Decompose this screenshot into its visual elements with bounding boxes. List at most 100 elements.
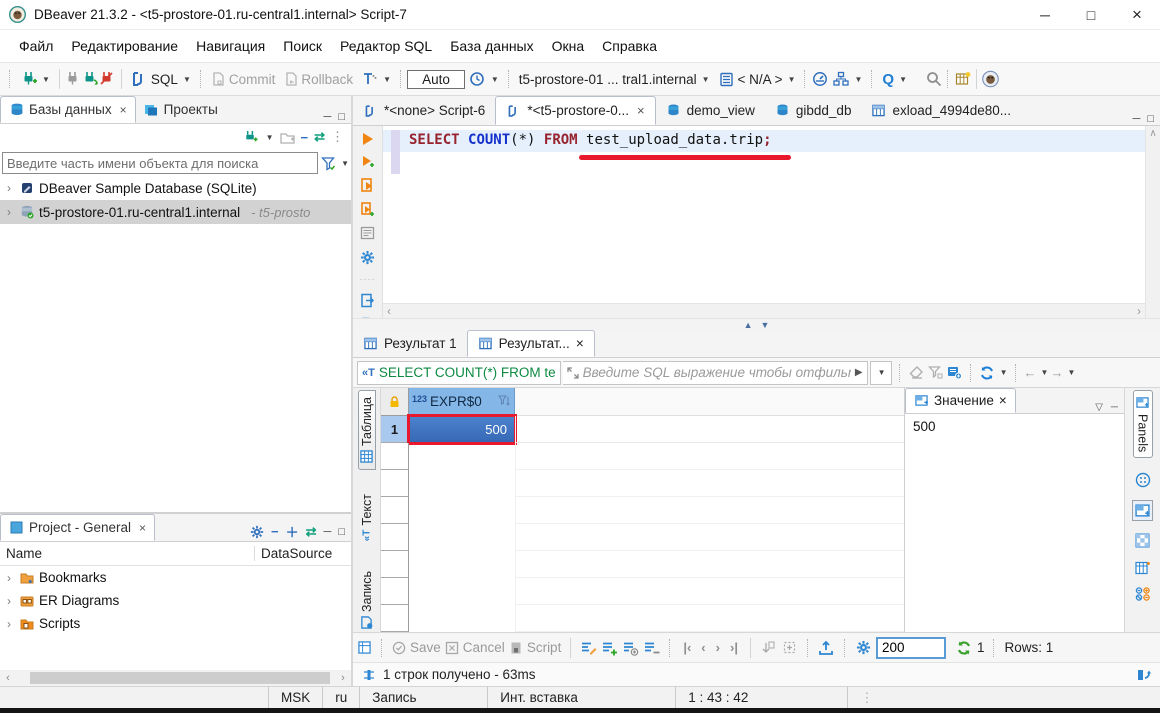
object-search-dropdown[interactable]: ▼ — [899, 75, 907, 84]
editor-vertical-scrollbar[interactable]: ∧ — [1145, 126, 1160, 318]
toggle-panel-icon[interactable] — [1135, 666, 1152, 683]
panel-minimize-icon[interactable]: ─ — [324, 111, 332, 123]
new-connection-small-dropdown[interactable]: ▼ — [266, 133, 274, 142]
panel-minimize-icon[interactable]: ─ — [1111, 402, 1118, 413]
menu-sql-editor[interactable]: Редактор SQL — [331, 38, 441, 54]
tab-close-icon[interactable]: × — [576, 336, 584, 351]
grid-row-1[interactable]: 1 500 — [381, 416, 904, 443]
tree-item-er-diagrams[interactable]: › ER Diagrams — [0, 589, 351, 612]
schema-combo[interactable]: < N/A > ▼ — [714, 69, 800, 90]
panel-list-dropdown-icon[interactable]: ▽ — [1095, 402, 1103, 413]
scroll-left-icon[interactable]: ‹ — [0, 672, 16, 684]
delete-row-icon[interactable] — [643, 639, 660, 656]
cancel-button[interactable]: Cancel — [445, 640, 505, 655]
expand-right-icon[interactable]: ▶ — [855, 367, 863, 378]
row-number-cell[interactable]: 1 — [381, 416, 409, 443]
rollback-button[interactable]: Rollback — [279, 70, 357, 89]
record-mode-icon[interactable] — [1135, 472, 1151, 488]
tree-item-scripts[interactable]: › Scripts — [0, 612, 351, 635]
search-icon[interactable] — [925, 71, 942, 88]
execute-script-icon[interactable] — [360, 178, 375, 193]
presentation-tab-text[interactable]: Текст «T — [359, 488, 375, 546]
eraser-icon[interactable] — [908, 364, 925, 381]
tab-project-close-icon[interactable]: × — [139, 521, 146, 535]
tab-value-viewer[interactable]: Значение × — [905, 388, 1016, 413]
add-row-icon[interactable] — [601, 639, 618, 656]
scroll-right-icon[interactable]: › — [335, 672, 351, 684]
metadata-panel-icon[interactable] — [1135, 560, 1150, 575]
next-row-icon[interactable]: › — [713, 640, 723, 655]
refresh-icon[interactable] — [979, 364, 996, 381]
project-horizontal-scrollbar[interactable]: ‹ › — [0, 670, 351, 686]
sash-up-icon[interactable]: ▲ — [744, 320, 753, 330]
dashboard-icon[interactable] — [811, 71, 828, 88]
tab-project-general[interactable]: Project - General × — [0, 514, 155, 541]
collapse-all-icon[interactable]: − — [271, 524, 279, 539]
menu-windows[interactable]: Окна — [543, 38, 594, 54]
transaction-log-button[interactable]: ▼ — [465, 69, 503, 90]
export-data-icon[interactable] — [818, 639, 835, 656]
column-header-expr0[interactable]: 123 EXPR$0 — [409, 388, 515, 416]
value-viewer-toggle-icon[interactable] — [1132, 500, 1153, 521]
tab-result-2-active[interactable]: Результат... × — [467, 330, 595, 357]
previous-row-icon[interactable]: ‹ — [698, 640, 708, 655]
filter-save-icon[interactable] — [946, 364, 963, 381]
tab-close-icon[interactable]: × — [999, 393, 1007, 408]
panel-maximize-icon[interactable]: □ — [338, 111, 345, 123]
collapse-all-icon[interactable]: − — [301, 130, 309, 145]
fetch-next-page-icon[interactable] — [760, 639, 777, 656]
commit-button[interactable]: Commit — [207, 70, 280, 89]
fetch-all-icon[interactable] — [781, 639, 798, 656]
nav-back-dropdown[interactable]: ▼ — [1041, 368, 1049, 377]
nav-back-icon[interactable]: ← — [1024, 365, 1037, 380]
connection-combo[interactable]: t5-prostore-01 ... tral1.internal ▼ — [515, 70, 714, 89]
expand-icon[interactable] — [567, 367, 579, 379]
menu-navigation[interactable]: Навигация — [187, 38, 274, 54]
tree-item-t5-prostore[interactable]: › t5-prostore-01.ru-central1.internal - … — [0, 200, 351, 224]
last-row-icon[interactable]: ›| — [727, 640, 741, 655]
dbeaver-toolbar-logo-icon[interactable] — [982, 71, 999, 88]
new-connection-dropdown[interactable]: ▼ — [42, 75, 50, 84]
link-with-editor-icon[interactable]: ⇄ — [306, 524, 317, 540]
aggregate-panel-icon[interactable] — [1135, 533, 1150, 548]
refresh-green-icon[interactable] — [956, 639, 973, 656]
editor-settings-gear-icon[interactable] — [360, 250, 375, 265]
sql-statement-line[interactable]: SELECT COUNT(*) FROM test_upload_data.tr… — [409, 132, 772, 148]
result-settings-gear-icon[interactable] — [855, 639, 872, 656]
menu-file[interactable]: Файл — [10, 38, 62, 54]
filters-menu-icon[interactable] — [927, 364, 944, 381]
transaction-dropdown[interactable]: ▼ — [383, 75, 391, 84]
value-panel-content[interactable]: 500 — [905, 414, 1124, 632]
export-result-icon[interactable] — [360, 293, 375, 308]
first-row-icon[interactable]: |‹ — [680, 640, 694, 655]
chevron-right-icon[interactable]: › — [4, 594, 14, 608]
reconnect-icon[interactable] — [82, 71, 99, 88]
save-button[interactable]: Save — [392, 640, 441, 655]
panels-tab[interactable]: Panels — [1133, 390, 1153, 458]
menu-help[interactable]: Справка — [593, 38, 666, 54]
code-area[interactable]: SELECT COUNT(*) FROM test_upload_data.tr… — [383, 126, 1145, 303]
status-language[interactable]: ru — [322, 687, 359, 708]
tree-item-sample-database[interactable]: › DBeaver Sample Database (SQLite) — [0, 176, 351, 200]
scroll-right-icon[interactable]: › — [1137, 304, 1141, 318]
menu-search[interactable]: Поиск — [274, 38, 331, 54]
chevron-right-icon[interactable]: › — [4, 205, 14, 219]
presentation-tab-record[interactable]: Запись — [359, 565, 375, 635]
disconnect-icon[interactable] — [99, 71, 116, 88]
plug-disabled-icon[interactable] — [65, 71, 82, 88]
editor-results-sash[interactable]: ▲ ▼ — [353, 318, 1160, 330]
filter-funnel-icon[interactable] — [320, 155, 337, 172]
refresh-dropdown[interactable]: ▼ — [1000, 368, 1008, 377]
tab-result-1[interactable]: Результат 1 — [353, 330, 467, 357]
scrollbar-thumb[interactable] — [30, 672, 330, 684]
tab-close-icon[interactable]: × — [637, 103, 645, 118]
tab-script-6[interactable]: *<none> Script-6 — [353, 96, 495, 125]
panel-minimize-icon[interactable]: ─ — [324, 526, 332, 538]
tab-gibdd-db[interactable]: gibdd_db — [765, 96, 862, 125]
filter-dropdown[interactable]: ▼ — [341, 159, 349, 168]
grid-corner-cell[interactable] — [381, 388, 409, 416]
explain-plan-icon[interactable] — [360, 226, 375, 241]
filter-history-dropdown[interactable]: ▼ — [870, 361, 892, 385]
duplicate-row-icon[interactable] — [622, 639, 639, 656]
editor-horizontal-scrollbar[interactable]: ‹ › — [383, 303, 1145, 318]
